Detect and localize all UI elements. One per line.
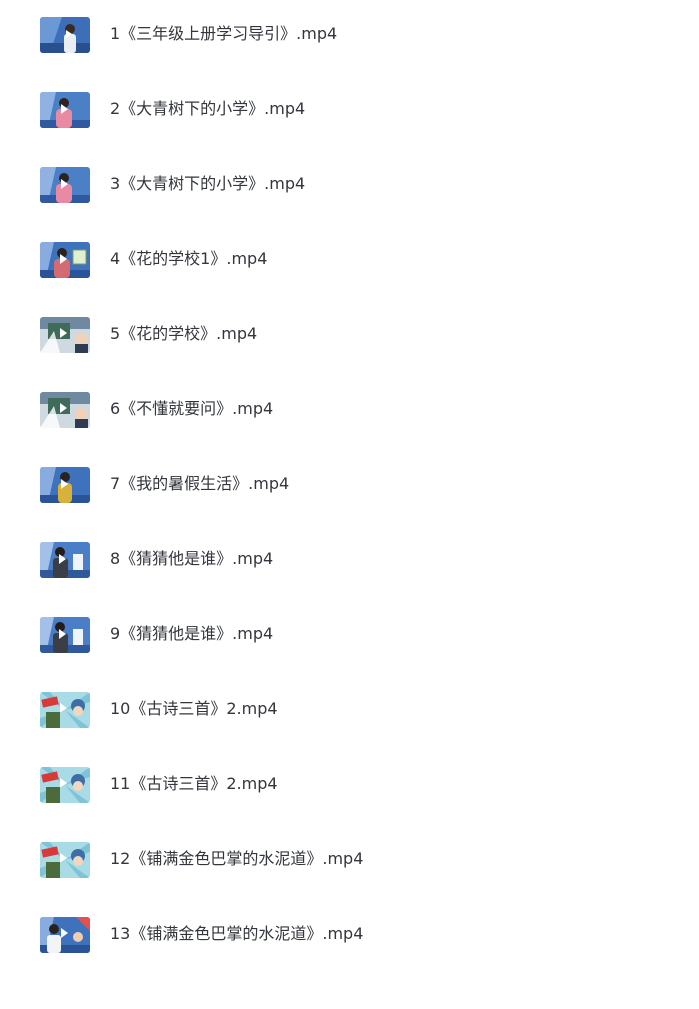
video-file-name[interactable]: 11《古诗三首》2.mp4 — [110, 773, 278, 795]
video-file-list: 1《三年级上册学习导引》.mp4 2《大青树下的小学》.mp4 3《大青树下的小… — [0, 0, 699, 959]
video-file-name[interactable]: 5《花的学校》.mp4 — [110, 323, 257, 345]
video-file-name[interactable]: 4《花的学校1》.mp4 — [110, 248, 267, 270]
video-file-name[interactable]: 2《大青树下的小学》.mp4 — [110, 98, 305, 120]
video-file-name[interactable]: 12《铺满金色巴掌的水泥道》.mp4 — [110, 848, 363, 870]
video-thumbnail-icon[interactable] — [40, 17, 90, 53]
video-thumbnail-icon[interactable] — [40, 842, 90, 878]
video-file-name[interactable]: 3《大青树下的小学》.mp4 — [110, 173, 305, 195]
video-file-name[interactable]: 13《铺满金色巴掌的水泥道》.mp4 — [110, 923, 363, 945]
video-thumbnail-icon[interactable] — [40, 167, 90, 203]
video-thumbnail-icon[interactable] — [40, 767, 90, 803]
video-list-item[interactable]: 5《花的学校》.mp4 — [0, 317, 699, 409]
video-thumbnail-icon[interactable] — [40, 917, 90, 953]
video-file-name[interactable]: 8《猜猜他是谁》.mp4 — [110, 548, 273, 570]
video-thumbnail-icon[interactable] — [40, 317, 90, 353]
video-thumbnail-icon[interactable] — [40, 617, 90, 653]
video-list-item[interactable]: 9《猜猜他是谁》.mp4 — [0, 617, 699, 709]
video-list-item[interactable]: 4《花的学校1》.mp4 — [0, 242, 699, 334]
video-list-item[interactable]: 13《铺满金色巴掌的水泥道》.mp4 — [0, 917, 699, 1009]
video-thumbnail-icon[interactable] — [40, 392, 90, 428]
video-file-name[interactable]: 7《我的暑假生活》.mp4 — [110, 473, 289, 495]
video-list-item[interactable]: 2《大青树下的小学》.mp4 — [0, 92, 699, 184]
video-list-item[interactable]: 7《我的暑假生活》.mp4 — [0, 467, 699, 559]
video-list-item[interactable]: 10《古诗三首》2.mp4 — [0, 692, 699, 784]
video-thumbnail-icon[interactable] — [40, 692, 90, 728]
video-file-name[interactable]: 10《古诗三首》2.mp4 — [110, 698, 278, 720]
video-list-item[interactable]: 8《猜猜他是谁》.mp4 — [0, 542, 699, 634]
video-file-name[interactable]: 1《三年级上册学习导引》.mp4 — [110, 23, 337, 45]
video-file-name[interactable]: 6《不懂就要问》.mp4 — [110, 398, 273, 420]
video-file-name[interactable]: 9《猜猜他是谁》.mp4 — [110, 623, 273, 645]
video-thumbnail-icon[interactable] — [40, 467, 90, 503]
video-list-item[interactable]: 3《大青树下的小学》.mp4 — [0, 167, 699, 259]
video-list-item[interactable]: 6《不懂就要问》.mp4 — [0, 392, 699, 484]
video-list-item[interactable]: 1《三年级上册学习导引》.mp4 — [0, 17, 699, 109]
video-thumbnail-icon[interactable] — [40, 242, 90, 278]
video-thumbnail-icon[interactable] — [40, 92, 90, 128]
video-thumbnail-icon[interactable] — [40, 542, 90, 578]
